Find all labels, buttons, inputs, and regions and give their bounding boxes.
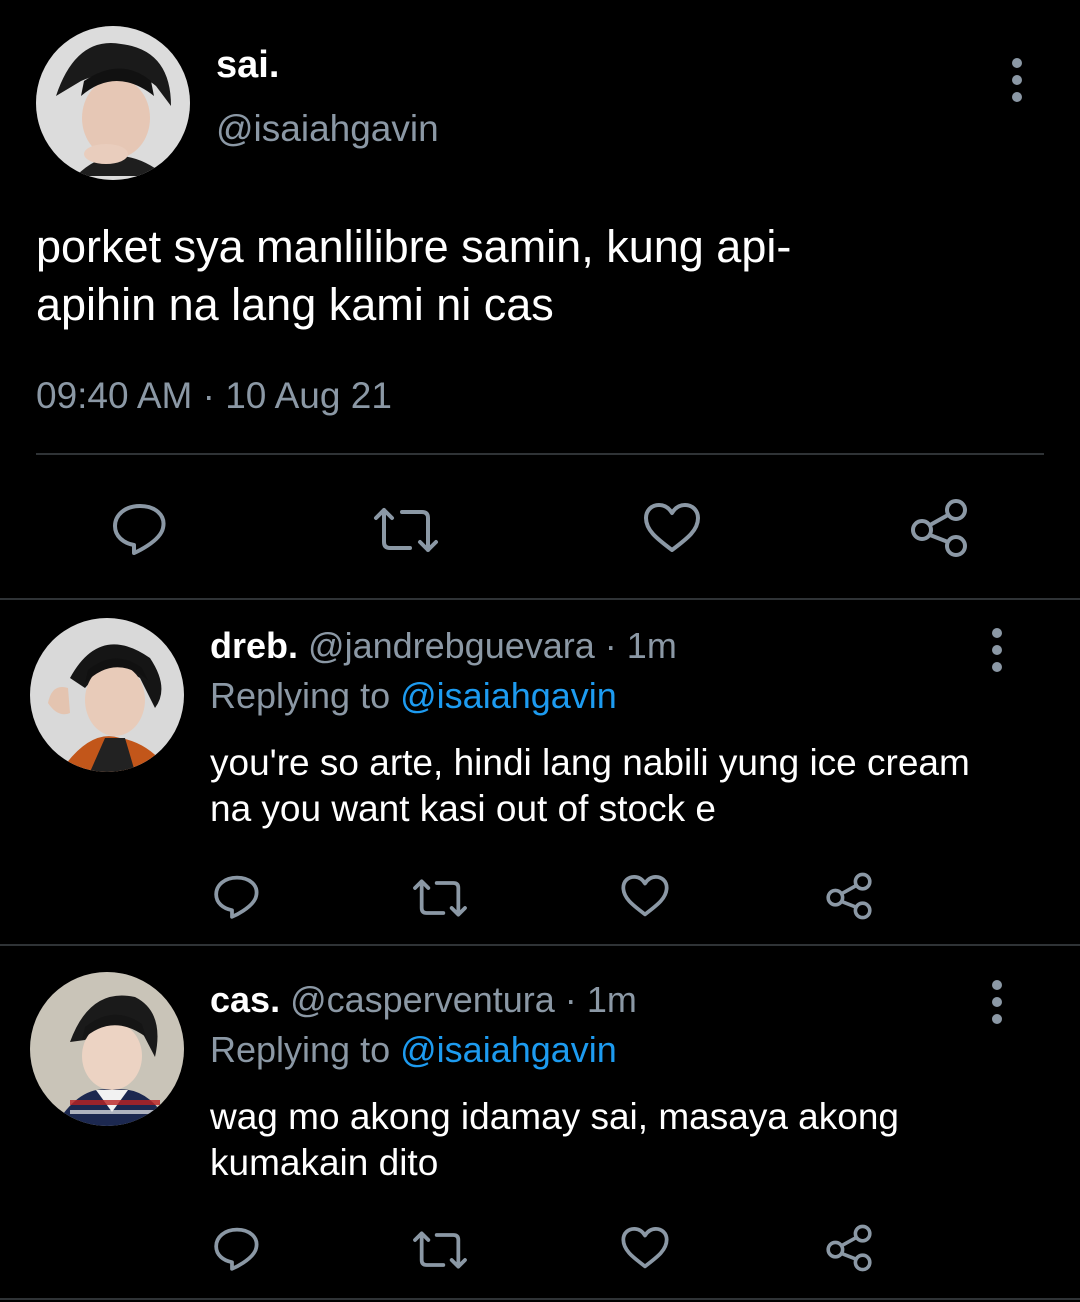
- avatar-cas[interactable]: [30, 972, 184, 1126]
- reply-author-name[interactable]: cas.: [210, 979, 280, 1020]
- share-icon[interactable]: [824, 1224, 874, 1272]
- author-name[interactable]: sai.: [216, 42, 279, 88]
- replying-mention[interactable]: @isaiahgavin: [400, 675, 617, 716]
- tweet-date: 10 Aug 21: [225, 375, 392, 416]
- section-divider: [0, 1298, 1080, 1300]
- section-divider: [0, 598, 1080, 600]
- reply-author-handle[interactable]: @jandrebguevara: [308, 625, 595, 666]
- reply-text: wag mo akong idamay sai, masaya akong ku…: [210, 1096, 899, 1183]
- replying-prefix: Replying to: [210, 675, 391, 716]
- timestamp-separator: ·: [202, 375, 215, 416]
- author-handle[interactable]: @isaiahgavin: [216, 106, 439, 152]
- share-icon[interactable]: [824, 872, 874, 920]
- reply-author-handle[interactable]: @casperventura: [290, 979, 555, 1020]
- more-vertical-icon[interactable]: [990, 980, 1004, 1024]
- reply-icon[interactable]: [110, 500, 170, 556]
- reply-time: 1m: [586, 979, 637, 1020]
- heart-icon[interactable]: [620, 1226, 670, 1270]
- reply-header: dreb. @jandrebguevara · 1m: [210, 624, 677, 668]
- retweet-icon[interactable]: [370, 504, 442, 556]
- tweet-time: 09:40 AM: [36, 375, 193, 416]
- reply-text: you're so arte, hindi lang nabili yung i…: [210, 742, 970, 829]
- heart-icon[interactable]: [642, 502, 702, 554]
- reply-icon[interactable]: [212, 1224, 262, 1272]
- replying-to: Replying to @isaiahgavin: [210, 674, 617, 718]
- more-vertical-icon[interactable]: [1010, 58, 1024, 102]
- replying-to: Replying to @isaiahgavin: [210, 1028, 617, 1072]
- reply-time: 1m: [626, 625, 677, 666]
- avatar-sai[interactable]: [36, 26, 190, 180]
- reply-header: cas. @casperventura · 1m: [210, 978, 637, 1022]
- reply-dot: ·: [564, 979, 577, 1020]
- replying-mention[interactable]: @isaiahgavin: [400, 1029, 617, 1070]
- reply-dot: ·: [604, 625, 617, 666]
- more-vertical-icon[interactable]: [990, 628, 1004, 672]
- tweet-timestamp: 09:40 AM · 10 Aug 21: [36, 372, 392, 420]
- replying-prefix: Replying to: [210, 1029, 391, 1070]
- reply-author-name[interactable]: dreb.: [210, 625, 298, 666]
- heart-icon[interactable]: [620, 874, 670, 918]
- avatar-dreb[interactable]: [30, 618, 184, 772]
- retweet-icon[interactable]: [410, 1228, 470, 1272]
- section-divider: [0, 944, 1080, 946]
- tweet-text: porket sya manlilibre samin, kung api- a…: [36, 221, 792, 330]
- share-icon[interactable]: [908, 498, 970, 558]
- reply-icon[interactable]: [212, 872, 262, 920]
- retweet-icon[interactable]: [410, 876, 470, 920]
- divider: [36, 453, 1044, 455]
